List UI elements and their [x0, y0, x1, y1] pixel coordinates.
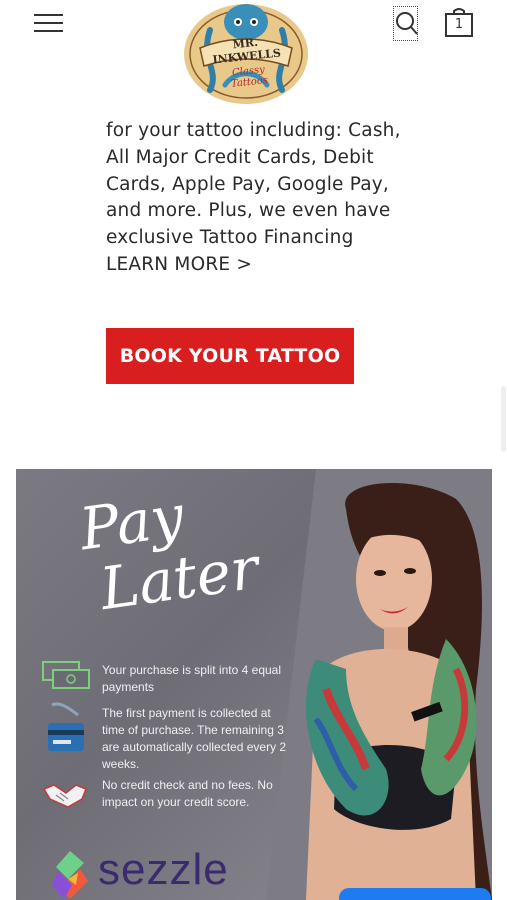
- hamburger-line: [34, 14, 63, 16]
- pay-later-headline: Pay Later: [76, 475, 263, 624]
- handshake-icon: [42, 784, 87, 808]
- feature-no-credit-check: No credit check and no fees. No impact o…: [102, 778, 273, 809]
- credit-card-hand-icon: [48, 702, 84, 751]
- search-button[interactable]: [393, 6, 418, 41]
- page-scroll-indicator: [501, 386, 506, 452]
- cart-count: 1: [454, 17, 464, 32]
- payment-description: for your tattoo including: Cash, All Maj…: [106, 118, 416, 279]
- pay-later-banner: Pay Later Your purchase is split into 4 …: [16, 469, 492, 900]
- hamburger-icon[interactable]: [34, 12, 64, 34]
- text-line: for your tattoo including: Cash,: [106, 120, 401, 141]
- chat-widget-button[interactable]: [339, 888, 491, 900]
- text-line: Cards, Apple Pay, Google Pay,: [106, 173, 390, 195]
- text-line: and more. Plus, we even have: [106, 200, 391, 222]
- sezzle-brand: sezzle: [98, 845, 229, 894]
- search-icon: [396, 12, 418, 35]
- book-tattoo-button[interactable]: BOOK YOUR TATTOO: [106, 328, 354, 384]
- sezzle-logo-icon: [52, 851, 88, 899]
- cart-button[interactable]: 1: [443, 6, 475, 38]
- site-header: MR. INKWELLS Classy Tattoos 1: [0, 0, 507, 110]
- text-line: All Major Credit Cards, Debit: [106, 146, 374, 168]
- hamburger-line: [34, 30, 63, 32]
- money-icon: [42, 661, 90, 689]
- site-logo[interactable]: MR. INKWELLS Classy Tattoos: [180, 0, 312, 106]
- feature-split-payments: Your purchase is split into 4 equal paym…: [102, 663, 282, 694]
- learn-more-link[interactable]: LEARN MORE >: [106, 252, 416, 279]
- text-line: exclusive Tattoo Financing: [106, 227, 354, 249]
- feature-payment-schedule: The first payment is collected at time o…: [102, 706, 287, 771]
- hamburger-line: [34, 22, 63, 24]
